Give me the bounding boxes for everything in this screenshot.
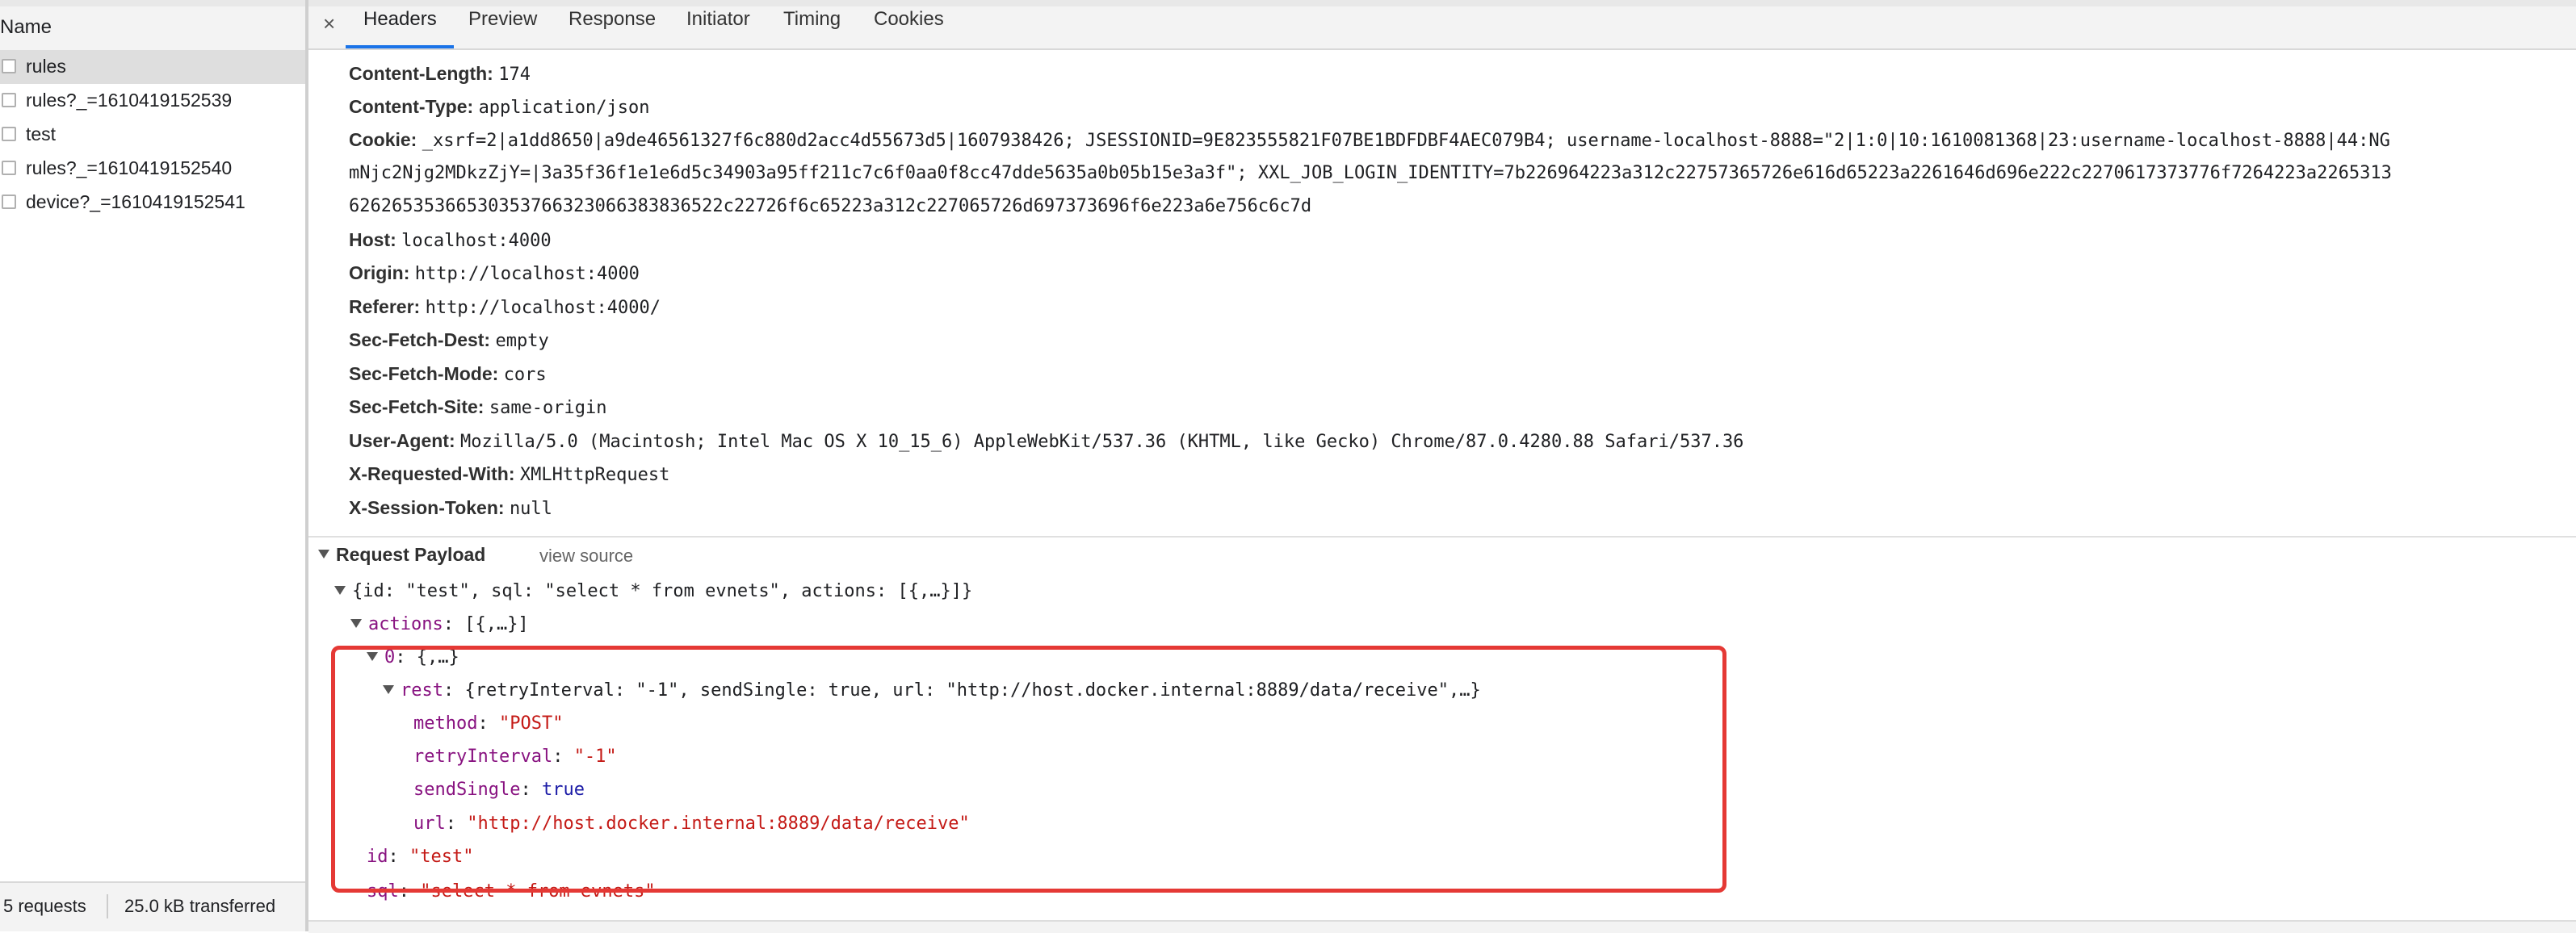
active-tab-indicator xyxy=(346,45,454,48)
request-type-icon xyxy=(2,93,16,107)
annotation-highlight-box xyxy=(331,646,1726,893)
caret-down-icon xyxy=(318,550,329,559)
header-content-length: Content-Length: 174 xyxy=(349,63,531,85)
request-name: rules?_=1610419152539 xyxy=(26,90,233,111)
caret-down-icon xyxy=(334,585,346,595)
header-cookie-line3: 62626535366530353766323066383836522c2272… xyxy=(349,196,1312,216)
footer-divider xyxy=(107,894,108,918)
request-type-icon xyxy=(2,161,16,175)
tab-cookies[interactable]: Cookies xyxy=(874,8,944,31)
request-name: rules xyxy=(26,56,66,77)
request-payload-toggle[interactable]: Request Payload xyxy=(318,544,485,566)
name-column-header[interactable]: Name xyxy=(0,0,307,55)
header-sec-fetch-site: Sec-Fetch-Site: same-origin xyxy=(349,396,607,418)
request-type-icon xyxy=(2,59,16,73)
tab-headers[interactable]: Headers xyxy=(363,8,437,31)
tab-preview[interactable]: Preview xyxy=(468,8,537,31)
request-name: test xyxy=(26,123,57,144)
request-name: device?_=1610419152541 xyxy=(26,191,245,212)
request-row[interactable]: rules xyxy=(0,50,307,84)
header-origin: Origin: http://localhost:4000 xyxy=(349,262,640,284)
view-source-link[interactable]: view source xyxy=(539,546,633,567)
network-request-list: Name rules rules?_=1610419152539 test ru… xyxy=(0,0,307,931)
requests-count: 5 requests xyxy=(3,896,86,916)
tab-timing[interactable]: Timing xyxy=(783,8,841,31)
header-x-requested-with: X-Requested-With: XMLHttpRequest xyxy=(349,463,670,485)
header-sec-fetch-dest: Sec-Fetch-Dest: empty xyxy=(349,329,549,351)
request-row[interactable]: rules?_=1610419152540 xyxy=(0,152,307,186)
payload-root-summary: {id: "test", sql: "select * from evnets"… xyxy=(352,581,973,601)
header-user-agent: User-Agent: Mozilla/5.0 (Macintosh; Inte… xyxy=(349,430,1744,452)
network-summary-footer: 5 requests 25.0 kB transferred xyxy=(0,881,307,931)
request-row[interactable]: rules?_=1610419152539 xyxy=(0,84,307,118)
request-type-icon xyxy=(2,127,16,141)
tab-response[interactable]: Response xyxy=(568,8,656,31)
header-host: Host: localhost:4000 xyxy=(349,229,552,251)
payload-actions-node[interactable]: actions: [{,…}] xyxy=(350,614,529,634)
name-column-label: Name xyxy=(0,16,52,38)
close-icon[interactable]: × xyxy=(323,11,335,36)
tab-initiator[interactable]: Initiator xyxy=(686,8,750,31)
section-divider xyxy=(308,536,2576,538)
header-cookie-line2: mNjc2Njg2MDkzZjY=|3a35f36f1e1e6d5c34903a… xyxy=(349,163,2392,183)
transferred-size: 25.0 kB transferred xyxy=(124,896,276,916)
payload-root-node[interactable]: {id: "test", sql: "select * from evnets"… xyxy=(334,581,972,601)
header-content-type: Content-Type: application/json xyxy=(349,96,650,118)
header-x-session-token: X-Session-Token: null xyxy=(349,497,552,519)
header-referer: Referer: http://localhost:4000/ xyxy=(349,296,661,318)
request-payload-title: Request Payload xyxy=(336,544,486,565)
request-type-icon xyxy=(2,195,16,209)
request-row[interactable]: test xyxy=(0,118,307,152)
request-name: rules?_=1610419152540 xyxy=(26,157,233,178)
header-cookie: Cookie: _xsrf=2|a1dd8650|a9de46561327f6c… xyxy=(349,129,2390,151)
caret-down-icon xyxy=(350,618,362,628)
request-row[interactable]: device?_=1610419152541 xyxy=(0,186,307,220)
header-sec-fetch-mode: Sec-Fetch-Mode: cors xyxy=(349,363,547,385)
panel-resize-handle[interactable] xyxy=(305,0,308,931)
